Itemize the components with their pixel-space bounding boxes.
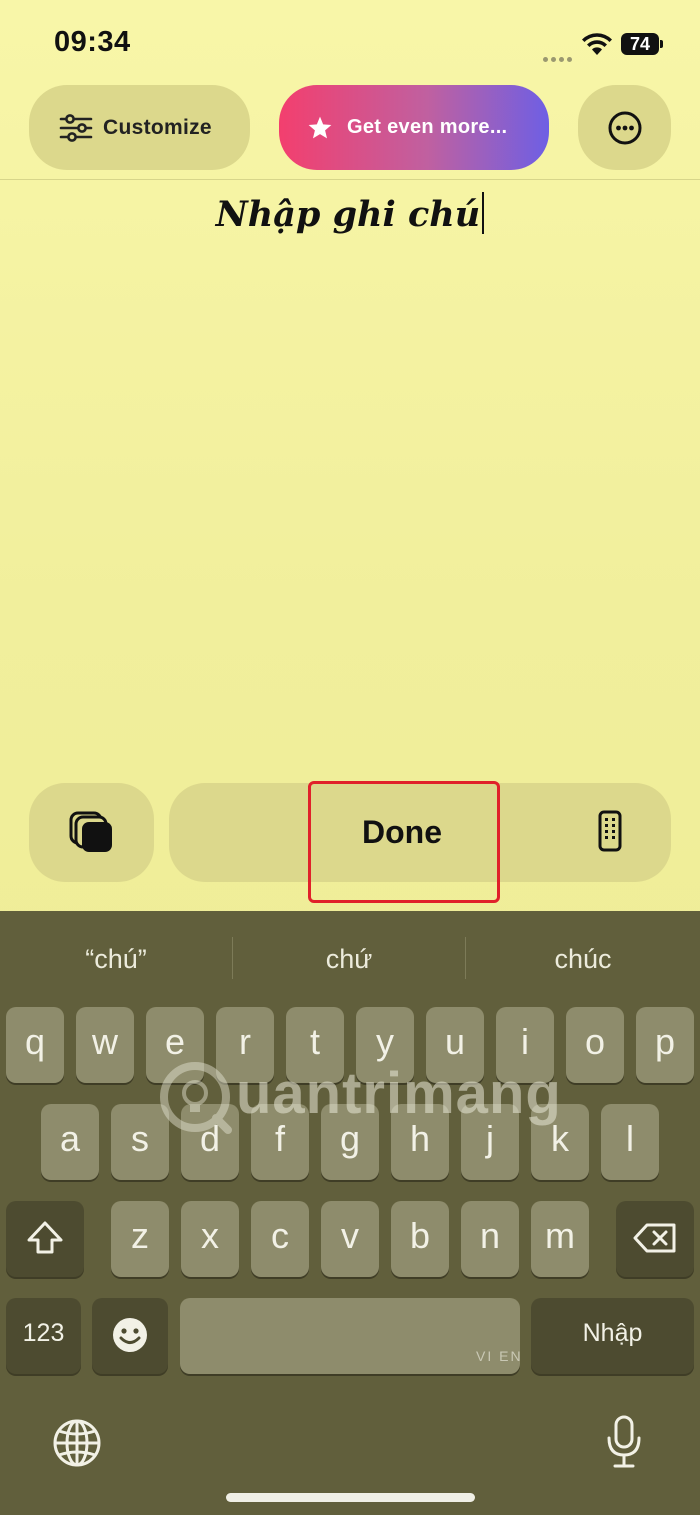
battery-icon: 74: [621, 33, 659, 55]
numbers-key[interactable]: 123: [6, 1298, 81, 1374]
key-l[interactable]: l: [601, 1104, 659, 1180]
backspace-key[interactable]: [616, 1201, 694, 1277]
ellipsis-icon: [608, 111, 641, 144]
more-options-button[interactable]: [578, 85, 671, 170]
phone-grid-icon: [598, 810, 622, 852]
backspace-icon: [633, 1223, 676, 1253]
key-b[interactable]: b: [391, 1201, 449, 1277]
emoji-icon: [113, 1318, 147, 1352]
key-a[interactable]: a: [41, 1104, 99, 1180]
globe-button[interactable]: [52, 1418, 102, 1473]
done-highlight-box: [308, 781, 500, 903]
note-text-field[interactable]: Nhập ghi chú: [0, 192, 700, 235]
wifi-icon: [580, 32, 614, 61]
status-time: 09:34: [54, 26, 131, 58]
key-p[interactable]: p: [636, 1007, 694, 1083]
watermark-logo-icon: [158, 1060, 232, 1139]
get-even-more-button[interactable]: Get even more...: [279, 85, 549, 170]
return-key[interactable]: Nhập: [531, 1298, 694, 1374]
suggestion-2[interactable]: chứ: [233, 934, 465, 984]
key-z[interactable]: z: [111, 1201, 169, 1277]
suggestion-1[interactable]: “chú”: [0, 934, 232, 984]
star-icon: [308, 116, 332, 138]
key-c[interactable]: c: [251, 1201, 309, 1277]
emoji-key[interactable]: [92, 1298, 168, 1374]
microphone-icon: [607, 1415, 641, 1468]
get-even-more-label: Get even more...: [347, 116, 508, 138]
key-w[interactable]: w: [76, 1007, 134, 1083]
text-caret: [482, 192, 485, 234]
key-x[interactable]: x: [181, 1201, 239, 1277]
home-indicator[interactable]: [226, 1493, 475, 1502]
cellular-signal-icon: [543, 49, 575, 67]
customize-button[interactable]: Customize: [29, 85, 250, 170]
phone-grid-button[interactable]: [598, 810, 622, 857]
battery-tip: [660, 40, 663, 48]
layers-icon: [69, 811, 112, 852]
space-bar[interactable]: [180, 1298, 520, 1374]
layers-button[interactable]: [29, 783, 154, 882]
globe-icon: [53, 1419, 101, 1467]
dictation-button[interactable]: [604, 1414, 644, 1475]
key-v[interactable]: v: [321, 1201, 379, 1277]
language-indicator: VI EN: [476, 1348, 523, 1364]
key-q[interactable]: q: [6, 1007, 64, 1083]
shift-icon: [27, 1221, 63, 1254]
key-n[interactable]: n: [461, 1201, 519, 1277]
key-m[interactable]: m: [531, 1201, 589, 1277]
note-text: Nhập ghi chú: [215, 194, 481, 235]
key-o[interactable]: o: [566, 1007, 624, 1083]
shift-key[interactable]: [6, 1201, 84, 1277]
customize-label: Customize: [103, 115, 212, 139]
toolbar-divider: [0, 179, 700, 180]
sliders-icon: [59, 113, 93, 142]
suggestion-3[interactable]: chúc: [466, 934, 700, 984]
watermark-text: uantrimang: [236, 1061, 562, 1126]
